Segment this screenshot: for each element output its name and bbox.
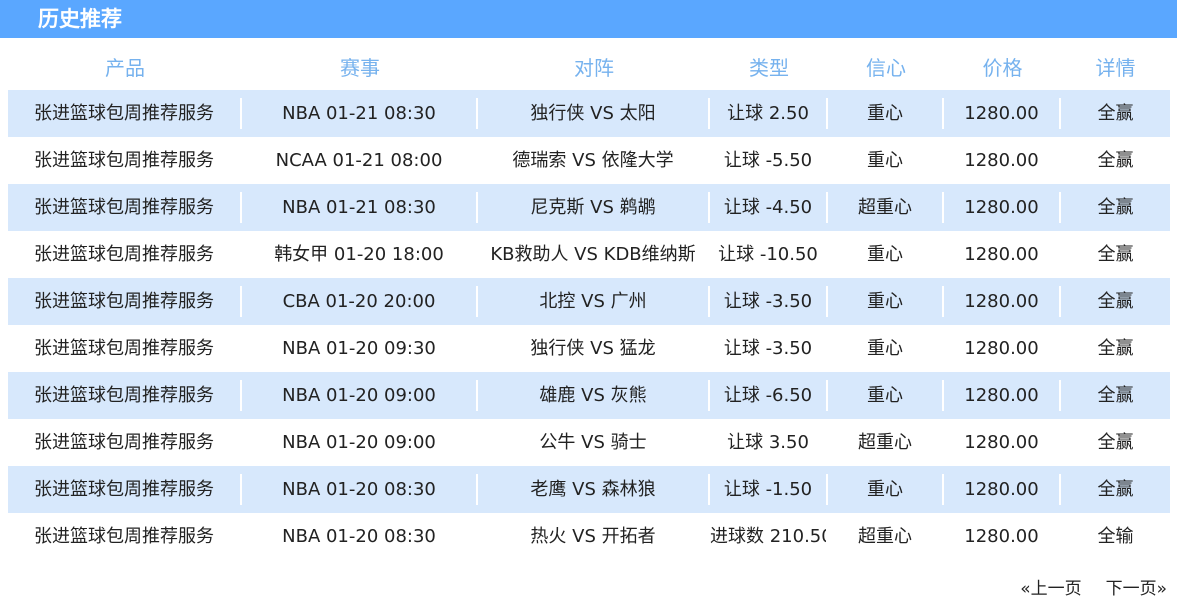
- cell-event: NBA 01-20 08:30: [242, 474, 478, 505]
- cell-event: NBA 01-20 09:30: [242, 333, 478, 364]
- cell-match: 雄鹿 VS 灰熊: [478, 380, 710, 411]
- cell-result: 全赢: [1097, 338, 1134, 359]
- cell-event: NBA 01-20 09:00: [242, 380, 478, 411]
- cell-price: 1280.00: [944, 380, 1061, 411]
- cell-match: 公牛 VS 骑士: [478, 427, 710, 458]
- cell-match: 老鹰 VS 森林狼: [478, 474, 710, 505]
- cell-match: 热火 VS 开拓者: [478, 521, 710, 552]
- cell-price: 1280.00: [944, 145, 1061, 176]
- cell-type: 让球 -3.50: [710, 286, 828, 317]
- column-header-result: 详情: [1095, 55, 1136, 80]
- cell-type: 进球数 210.50: [710, 521, 828, 552]
- cell-match: 独行侠 VS 太阳: [478, 98, 710, 129]
- table-row: 张进篮球包周推荐服务 NBA 01-20 09:00 雄鹿 VS 灰熊 让球 -6.5…: [8, 372, 1170, 419]
- cell-product: 张进篮球包周推荐服务: [8, 239, 242, 270]
- cell-type: 让球 -5.50: [710, 145, 828, 176]
- cell-price: 1280.00: [944, 239, 1061, 270]
- cell-result: 全输: [1097, 526, 1134, 547]
- cell-match: 德瑞索 VS 依隆大学: [478, 145, 710, 176]
- cell-product: 张进篮球包周推荐服务: [8, 192, 242, 223]
- pagination: «上一页 下一页»: [1020, 574, 1167, 599]
- column-header-type: 类型: [749, 55, 789, 80]
- cell-type: 让球 3.50: [710, 427, 828, 458]
- cell-result: 全赢: [1097, 291, 1134, 312]
- cell-result: 全赢: [1097, 432, 1134, 453]
- cell-match: 尼克斯 VS 鹈鹕: [478, 192, 710, 223]
- cell-match: 独行侠 VS 猛龙: [478, 333, 710, 364]
- cell-type: 让球 -10.50: [710, 239, 828, 270]
- cell-product: 张进篮球包周推荐服务: [8, 333, 242, 364]
- cell-product: 张进篮球包周推荐服务: [8, 145, 242, 176]
- cell-confidence: 重心: [828, 98, 944, 129]
- table-row: 张进篮球包周推荐服务 NBA 01-20 08:30 老鹰 VS 森林狼 让球 -1.…: [8, 466, 1170, 513]
- cell-confidence: 超重心: [828, 521, 944, 552]
- cell-event: NBA 01-20 09:00: [242, 427, 478, 458]
- cell-product: 张进篮球包周推荐服务: [8, 98, 242, 129]
- cell-type: 让球 -1.50: [710, 474, 828, 505]
- cell-product: 张进篮球包周推荐服务: [8, 380, 242, 411]
- next-page-link[interactable]: 下一页»: [1106, 574, 1167, 599]
- table-row: 张进篮球包周推荐服务 NBA 01-21 08:30 独行侠 VS 太阳 让球 2.5…: [8, 90, 1170, 137]
- column-header-price: 价格: [982, 55, 1023, 80]
- cell-price: 1280.00: [944, 427, 1061, 458]
- table-row: 张进篮球包周推荐服务 NBA 01-20 09:30 独行侠 VS 猛龙 让球 -3.…: [8, 325, 1170, 372]
- cell-confidence: 重心: [828, 239, 944, 270]
- table-row: 张进篮球包周推荐服务 NBA 01-20 08:30 热火 VS 开拓者 进球数 21…: [8, 513, 1170, 560]
- cell-type: 让球 2.50: [710, 98, 828, 129]
- cell-event: 韩女甲 01-20 18:00: [242, 239, 478, 270]
- cell-confidence: 重心: [828, 145, 944, 176]
- table-row: 张进篮球包周推荐服务 CBA 01-20 20:00 北控 VS 广州 让球 -3.5…: [8, 278, 1170, 325]
- cell-product: 张进篮球包周推荐服务: [8, 521, 242, 552]
- cell-result: 全赢: [1097, 197, 1134, 218]
- cell-price: 1280.00: [944, 98, 1061, 129]
- cell-type: 让球 -4.50: [710, 192, 828, 223]
- cell-price: 1280.00: [944, 333, 1061, 364]
- cell-event: NBA 01-21 08:30: [242, 98, 478, 129]
- cell-confidence: 重心: [828, 286, 944, 317]
- cell-product: 张进篮球包周推荐服务: [8, 286, 242, 317]
- cell-result: 全赢: [1097, 103, 1134, 124]
- cell-confidence: 超重心: [828, 192, 944, 223]
- column-header-match: 对阵: [574, 55, 614, 80]
- history-table: 产品 赛事 对阵 类型 信心 价格 详情 张进篮球包周推荐服务 NBA 01-21…: [8, 46, 1170, 560]
- cell-price: 1280.00: [944, 521, 1061, 552]
- column-header-product: 产品: [105, 55, 145, 80]
- cell-result: 全赢: [1097, 479, 1134, 500]
- cell-confidence: 重心: [828, 380, 944, 411]
- cell-match: 北控 VS 广州: [478, 286, 710, 317]
- cell-match: KB救助人 VS KDB维纳斯: [478, 239, 710, 270]
- cell-result: 全赢: [1097, 150, 1134, 171]
- cell-event: CBA 01-20 20:00: [242, 286, 478, 317]
- table-header: 产品 赛事 对阵 类型 信心 价格 详情: [8, 46, 1170, 90]
- prev-page-link[interactable]: «上一页: [1020, 574, 1081, 599]
- cell-result: 全赢: [1097, 244, 1134, 265]
- table-row: 张进篮球包周推荐服务 NCAA 01-21 08:00 德瑞索 VS 依隆大学 让球 …: [8, 137, 1170, 184]
- page-title: 历史推荐: [0, 0, 1177, 38]
- cell-event: NCAA 01-21 08:00: [242, 145, 478, 176]
- cell-price: 1280.00: [944, 286, 1061, 317]
- cell-type: 让球 -6.50: [710, 380, 828, 411]
- table-row: 张进篮球包周推荐服务 韩女甲 01-20 18:00 KB救助人 VS KDB维纳斯…: [8, 231, 1170, 278]
- table-body: 张进篮球包周推荐服务 NBA 01-21 08:30 独行侠 VS 太阳 让球 2.5…: [8, 90, 1170, 560]
- cell-event: NBA 01-20 08:30: [242, 521, 478, 552]
- table-row: 张进篮球包周推荐服务 NBA 01-21 08:30 尼克斯 VS 鹈鹕 让球 -4.…: [8, 184, 1170, 231]
- cell-type: 让球 -3.50: [710, 333, 828, 364]
- column-header-event: 赛事: [340, 55, 380, 80]
- cell-confidence: 重心: [828, 474, 944, 505]
- cell-result: 全赢: [1097, 385, 1134, 406]
- table-row: 张进篮球包周推荐服务 NBA 01-20 09:00 公牛 VS 骑士 让球 3.50…: [8, 419, 1170, 466]
- column-header-confidence: 信心: [866, 55, 906, 80]
- cell-confidence: 重心: [828, 333, 944, 364]
- cell-price: 1280.00: [944, 474, 1061, 505]
- cell-event: NBA 01-21 08:30: [242, 192, 478, 223]
- cell-price: 1280.00: [944, 192, 1061, 223]
- cell-product: 张进篮球包周推荐服务: [8, 474, 242, 505]
- cell-confidence: 超重心: [828, 427, 944, 458]
- cell-product: 张进篮球包周推荐服务: [8, 427, 242, 458]
